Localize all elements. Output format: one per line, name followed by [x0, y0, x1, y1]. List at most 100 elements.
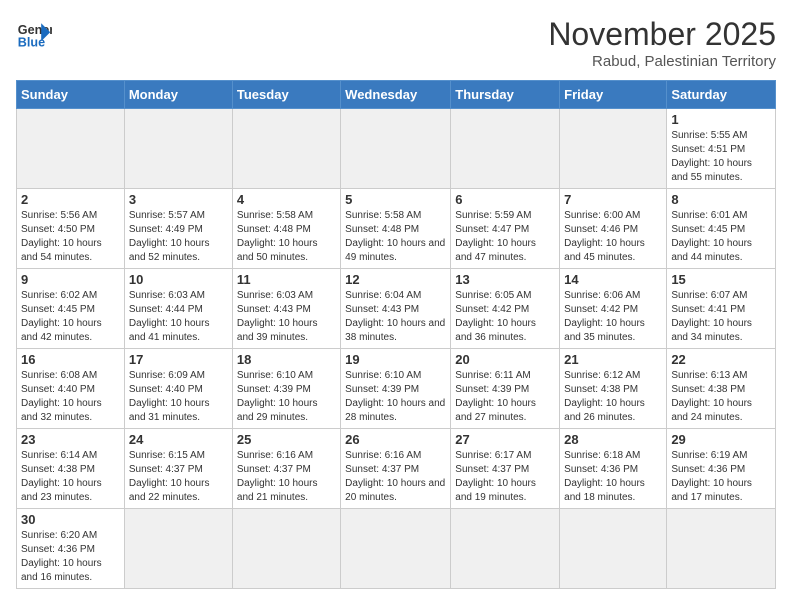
calendar-day-23: 23Sunrise: 6:14 AM Sunset: 4:38 PM Dayli…: [17, 429, 125, 509]
title-area: November 2025 Rabud, Palestinian Territo…: [548, 16, 776, 70]
calendar-day-18: 18 Sunrise: 6:10 AM Sunset: 4:39 PM Dayli…: [232, 349, 340, 429]
calendar-day-17: 17 Sunrise: 6:09 AM Sunset: 4:40 PM Dayli…: [124, 349, 232, 429]
calendar-day-29: 29Sunrise: 6:19 AM Sunset: 4:36 PM Dayli…: [667, 429, 776, 509]
calendar-day-9: 9 Sunrise: 6:02 AM Sunset: 4:45 PM Daylig…: [17, 269, 125, 349]
day-info: Sunrise: 5:55 AM Sunset: 4:51 PM Dayligh…: [671, 129, 771, 185]
empty-cell: [232, 109, 340, 189]
day-number: 2: [21, 192, 120, 207]
calendar-day-27: 27Sunrise: 6:17 AM Sunset: 4:37 PM Dayli…: [451, 429, 560, 509]
day-number: 18: [237, 352, 336, 367]
day-number: 17: [129, 352, 228, 367]
col-saturday: Saturday: [667, 81, 776, 109]
day-number: 5: [345, 192, 446, 207]
weekday-header-row: Sunday Monday Tuesday Wednesday Thursday…: [17, 81, 776, 109]
col-thursday: Thursday: [451, 81, 560, 109]
day-info: Sunrise: 6:02 AM Sunset: 4:45 PM Dayligh…: [21, 289, 120, 345]
calendar-day-3: 3Sunrise: 5:57 AM Sunset: 4:49 PM Daylig…: [124, 189, 232, 269]
day-info: Sunrise: 6:06 AM Sunset: 4:42 PM Dayligh…: [564, 289, 662, 345]
day-number: 25: [237, 432, 336, 447]
day-info: Sunrise: 6:10 AM Sunset: 4:39 PM Dayligh…: [237, 369, 336, 425]
day-info: Sunrise: 6:07 AM Sunset: 4:41 PM Dayligh…: [671, 289, 771, 345]
empty-cell: [560, 109, 667, 189]
calendar-subtitle: Rabud, Palestinian Territory: [548, 53, 776, 70]
day-number: 27: [455, 432, 555, 447]
calendar-day-16: 16 Sunrise: 6:08 AM Sunset: 4:40 PM Dayli…: [17, 349, 125, 429]
day-info: Sunrise: 5:56 AM Sunset: 4:50 PM Dayligh…: [21, 209, 120, 265]
empty-cell: [17, 109, 125, 189]
calendar-day-7: 7 Sunrise: 6:00 AM Sunset: 4:46 PM Daylig…: [560, 189, 667, 269]
day-info: Sunrise: 5:57 AM Sunset: 4:49 PM Dayligh…: [129, 209, 228, 265]
day-info: Sunrise: 6:15 AM Sunset: 4:37 PM Dayligh…: [129, 449, 228, 505]
page-header: General Blue November 2025 Rabud, Palest…: [16, 16, 776, 70]
calendar-day-11: 11Sunrise: 6:03 AM Sunset: 4:43 PM Dayli…: [232, 269, 340, 349]
day-number: 24: [129, 432, 228, 447]
day-number: 1: [671, 112, 771, 127]
day-number: 13: [455, 272, 555, 287]
svg-text:Blue: Blue: [18, 36, 45, 50]
day-info: Sunrise: 6:04 AM Sunset: 4:43 PM Dayligh…: [345, 289, 446, 345]
day-info: Sunrise: 6:10 AM Sunset: 4:39 PM Dayligh…: [345, 369, 446, 425]
calendar-day-20: 20Sunrise: 6:11 AM Sunset: 4:39 PM Dayli…: [451, 349, 560, 429]
day-number: 6: [455, 192, 555, 207]
day-info: Sunrise: 6:16 AM Sunset: 4:37 PM Dayligh…: [345, 449, 446, 505]
calendar-day-10: 10 Sunrise: 6:03 AM Sunset: 4:44 PM Dayli…: [124, 269, 232, 349]
day-number: 16: [21, 352, 120, 367]
col-sunday: Sunday: [17, 81, 125, 109]
day-number: 29: [671, 432, 771, 447]
col-friday: Friday: [560, 81, 667, 109]
day-number: 19: [345, 352, 446, 367]
day-info: Sunrise: 6:08 AM Sunset: 4:40 PM Dayligh…: [21, 369, 120, 425]
day-info: Sunrise: 6:03 AM Sunset: 4:44 PM Dayligh…: [129, 289, 228, 345]
empty-cell: [451, 509, 560, 589]
calendar-day-22: 22 Sunrise: 6:13 AM Sunset: 4:38 PM Dayli…: [667, 349, 776, 429]
day-number: 21: [564, 352, 662, 367]
empty-cell: [667, 509, 776, 589]
calendar-day-25: 25 Sunrise: 6:16 AM Sunset: 4:37 PM Dayli…: [232, 429, 340, 509]
day-number: 10: [129, 272, 228, 287]
calendar-table: Sunday Monday Tuesday Wednesday Thursday…: [16, 80, 776, 589]
calendar-day-4: 4 Sunrise: 5:58 AM Sunset: 4:48 PM Daylig…: [232, 189, 340, 269]
calendar-day-8: 8 Sunrise: 6:01 AM Sunset: 4:45 PM Daylig…: [667, 189, 776, 269]
empty-cell: [560, 509, 667, 589]
day-info: Sunrise: 6:01 AM Sunset: 4:45 PM Dayligh…: [671, 209, 771, 265]
calendar-day-13: 13 Sunrise: 6:05 AM Sunset: 4:42 PM Dayli…: [451, 269, 560, 349]
day-number: 23: [21, 432, 120, 447]
day-number: 15: [671, 272, 771, 287]
calendar-day-28: 28 Sunrise: 6:18 AM Sunset: 4:36 PM Dayli…: [560, 429, 667, 509]
logo: General Blue: [16, 16, 52, 52]
calendar-day-12: 12Sunrise: 6:04 AM Sunset: 4:43 PM Dayli…: [341, 269, 451, 349]
day-info: Sunrise: 6:03 AM Sunset: 4:43 PM Dayligh…: [237, 289, 336, 345]
logo-icon: General Blue: [16, 16, 52, 52]
empty-cell: [341, 109, 451, 189]
day-info: Sunrise: 6:00 AM Sunset: 4:46 PM Dayligh…: [564, 209, 662, 265]
day-info: Sunrise: 6:13 AM Sunset: 4:38 PM Dayligh…: [671, 369, 771, 425]
calendar-day-6: 6Sunrise: 5:59 AM Sunset: 4:47 PM Daylig…: [451, 189, 560, 269]
day-info: Sunrise: 6:18 AM Sunset: 4:36 PM Dayligh…: [564, 449, 662, 505]
day-number: 22: [671, 352, 771, 367]
day-number: 30: [21, 512, 120, 527]
day-info: Sunrise: 6:11 AM Sunset: 4:39 PM Dayligh…: [455, 369, 555, 425]
day-number: 28: [564, 432, 662, 447]
calendar-day-26: 26 Sunrise: 6:16 AM Sunset: 4:37 PM Dayli…: [341, 429, 451, 509]
day-info: Sunrise: 6:12 AM Sunset: 4:38 PM Dayligh…: [564, 369, 662, 425]
calendar-day-2: 2 Sunrise: 5:56 AM Sunset: 4:50 PM Daylig…: [17, 189, 125, 269]
empty-cell: [124, 109, 232, 189]
day-number: 14: [564, 272, 662, 287]
calendar-day-1: 1 Sunrise: 5:55 AM Sunset: 4:51 PM Daylig…: [667, 109, 776, 189]
day-number: 26: [345, 432, 446, 447]
calendar-day-30: 30 Sunrise: 6:20 AM Sunset: 4:36 PM Dayli…: [17, 509, 125, 589]
calendar-day-21: 21 Sunrise: 6:12 AM Sunset: 4:38 PM Dayli…: [560, 349, 667, 429]
day-info: Sunrise: 6:16 AM Sunset: 4:37 PM Dayligh…: [237, 449, 336, 505]
col-wednesday: Wednesday: [341, 81, 451, 109]
day-number: 8: [671, 192, 771, 207]
day-number: 9: [21, 272, 120, 287]
empty-cell: [232, 509, 340, 589]
day-number: 7: [564, 192, 662, 207]
day-number: 4: [237, 192, 336, 207]
day-info: Sunrise: 6:09 AM Sunset: 4:40 PM Dayligh…: [129, 369, 228, 425]
day-info: Sunrise: 6:20 AM Sunset: 4:36 PM Dayligh…: [21, 529, 120, 585]
day-info: Sunrise: 5:58 AM Sunset: 4:48 PM Dayligh…: [237, 209, 336, 265]
calendar-title: November 2025: [548, 16, 776, 53]
calendar-day-14: 14 Sunrise: 6:06 AM Sunset: 4:42 PM Dayli…: [560, 269, 667, 349]
day-info: Sunrise: 6:05 AM Sunset: 4:42 PM Dayligh…: [455, 289, 555, 345]
